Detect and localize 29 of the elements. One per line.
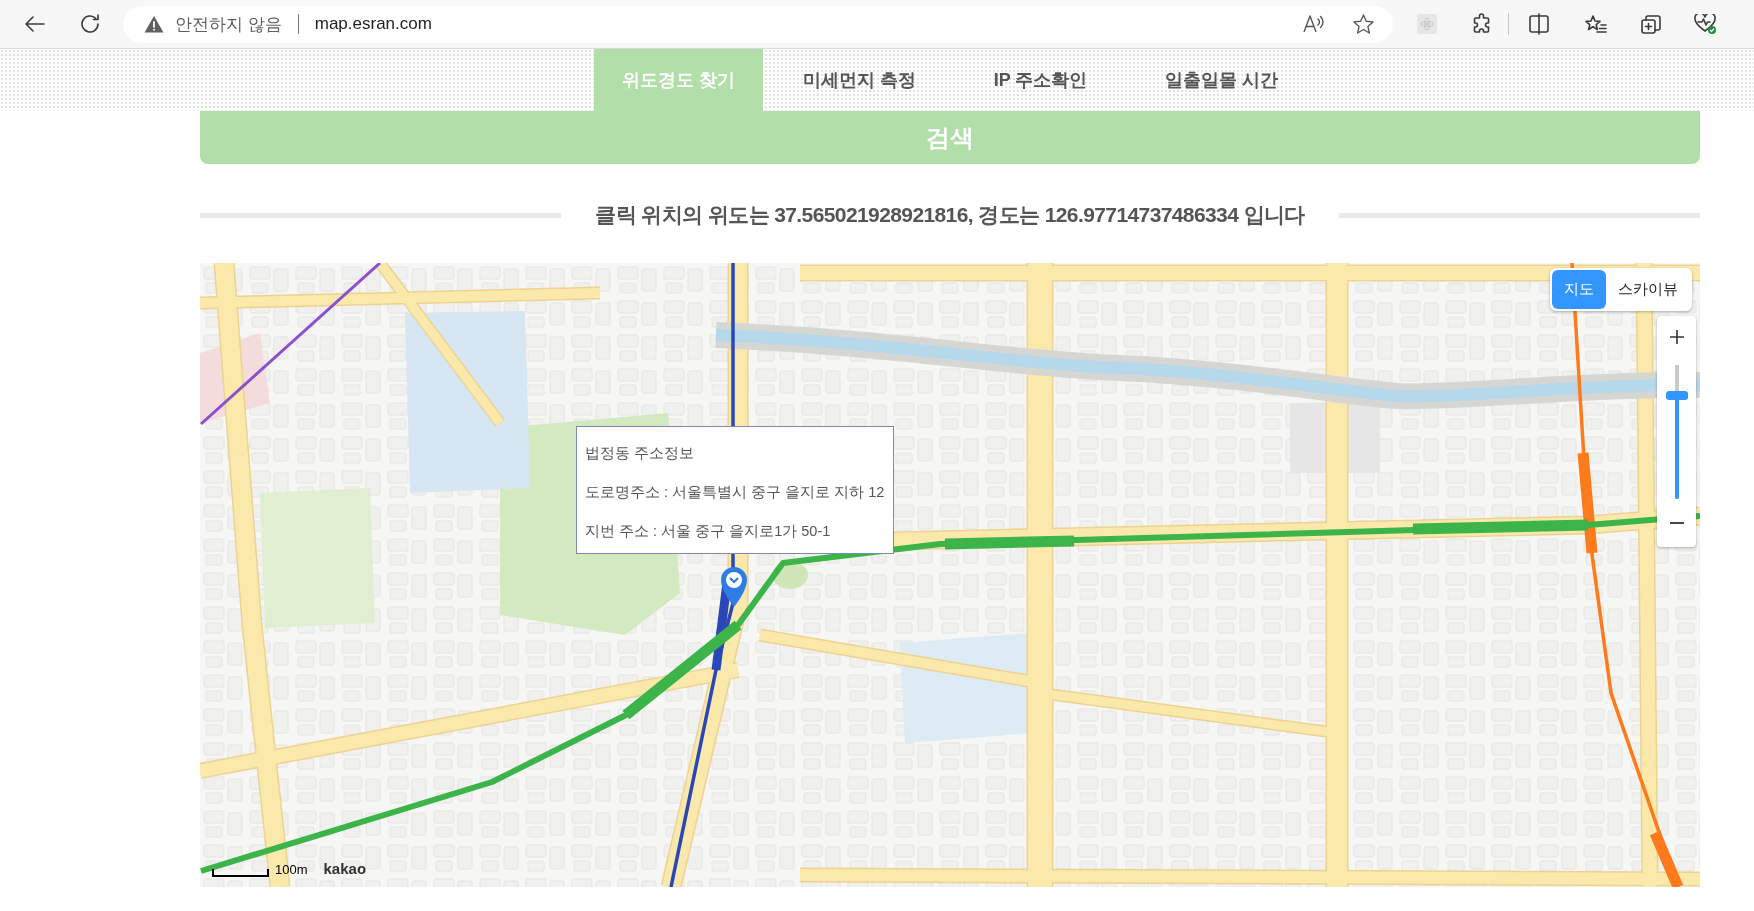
star-list-icon[interactable] <box>1585 15 1607 33</box>
url-text: map.esran.com <box>314 14 432 34</box>
nav-tab[interactable]: 미세먼지 측정 <box>775 49 944 111</box>
flower-tile-icon[interactable] <box>1417 14 1437 34</box>
puzzle-icon[interactable] <box>1472 13 1491 35</box>
back-arrow-icon[interactable] <box>25 16 45 32</box>
map-type-tab[interactable]: 스카이뷰 <box>1606 270 1690 309</box>
address-bar[interactable]: 안전하지 않음 map.esran.com <box>123 5 1393 43</box>
info-line: 도로명주소 : 서울특별시 중구 을지로 지하 12 <box>585 483 885 501</box>
nav-tab[interactable]: IP 주소확인 <box>956 49 1125 111</box>
warning-icon <box>144 15 164 33</box>
scale-bar <box>212 869 269 877</box>
info-line: 지번 주소 : 서울 중구 을지로1가 50-1 <box>585 522 832 540</box>
read-aloud-icon[interactable] <box>1303 15 1325 33</box>
plus-icon <box>1669 330 1684 344</box>
security-status: 안전하지 않음 <box>175 13 282 36</box>
star-icon[interactable] <box>1353 14 1374 34</box>
map-attribution: kakao <box>323 861 367 877</box>
collections-icon[interactable] <box>1641 14 1661 34</box>
minus-icon <box>1669 522 1684 524</box>
slider-thumb[interactable] <box>1665 391 1688 401</box>
split-screen-icon[interactable] <box>1529 13 1549 35</box>
info-title: 법정동 주소정보 <box>585 444 696 462</box>
nav-tab[interactable]: 일출일몰 시간 <box>1137 49 1306 111</box>
scale-label: 100m <box>275 863 308 877</box>
heart-pulse-icon[interactable] <box>1694 13 1717 35</box>
location-marker-icon <box>720 566 748 608</box>
reload-icon[interactable] <box>81 14 100 34</box>
result-text: 클릭 위치의 위도는 37.565021928921816, 경도는 126.97714737486334 입니다 <box>595 202 1305 228</box>
